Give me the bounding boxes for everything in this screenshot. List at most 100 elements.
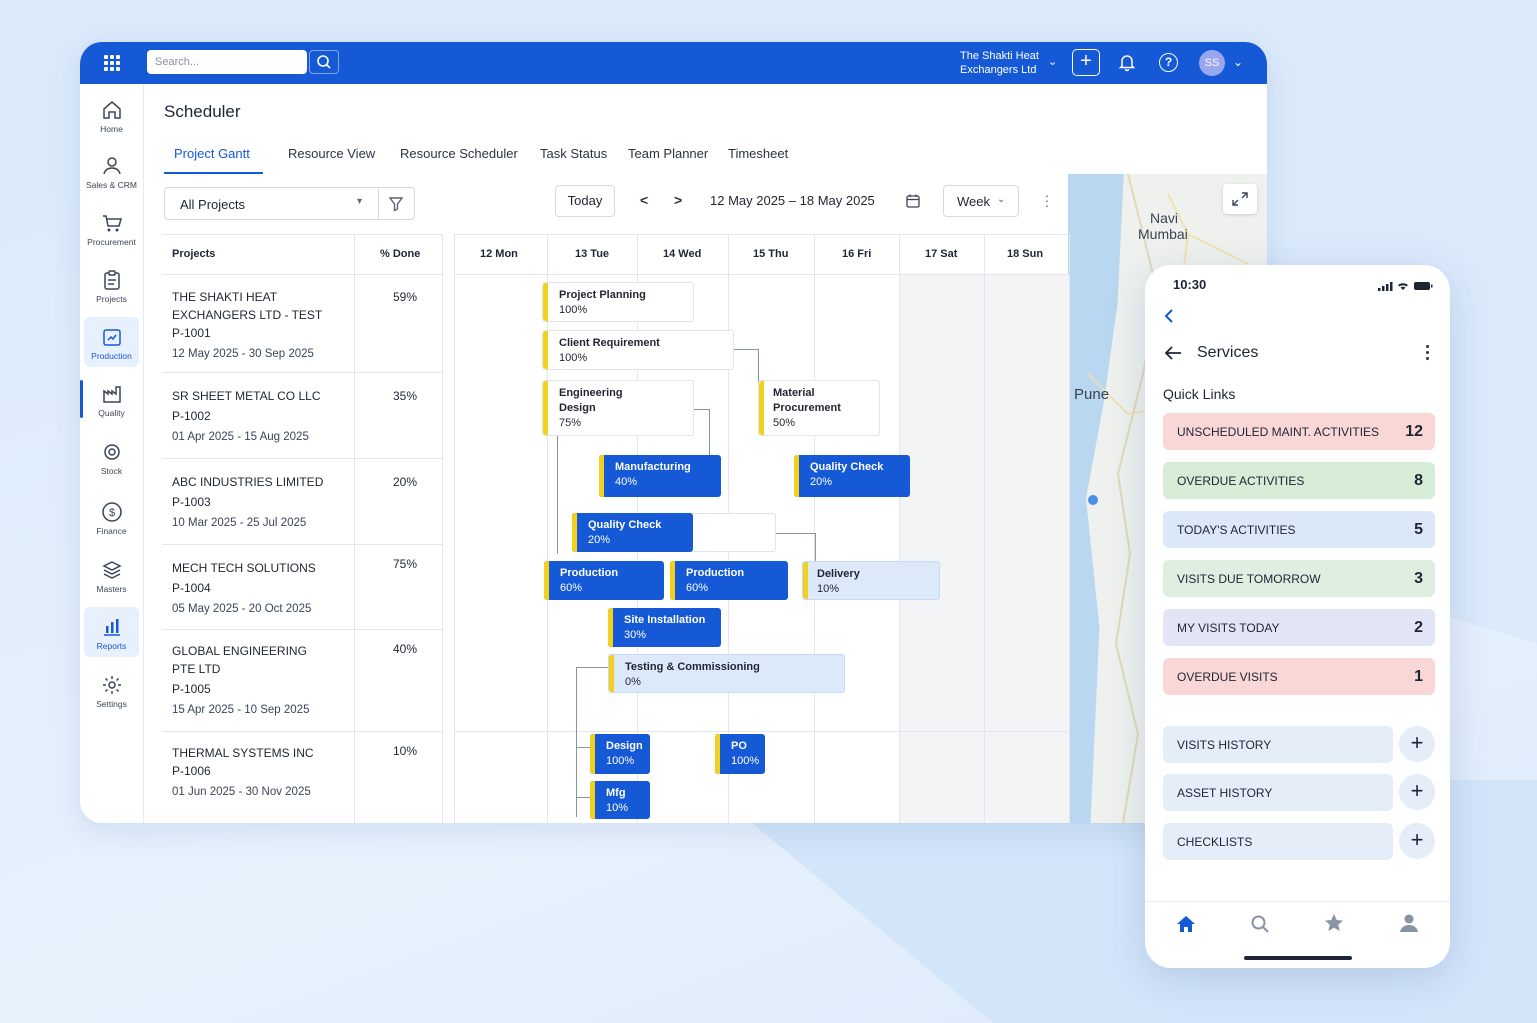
sidebar-item-finance[interactable]: $ Finance (84, 492, 139, 542)
task-percent: 100% (606, 755, 635, 767)
quick-link-count: 1 (1414, 668, 1423, 685)
table-row[interactable]: SR SHEET METAL CO LLC P-1002 01 Apr 2025… (172, 387, 352, 446)
task-name: Mfg (606, 787, 626, 799)
prev-week-button[interactable]: < (640, 192, 648, 208)
column-header-done: % Done (380, 248, 421, 260)
project-filter-select[interactable]: All Projects (164, 187, 379, 220)
gantt-task[interactable]: Quality Check 20% (794, 455, 910, 497)
quick-link-count: 8 (1414, 472, 1423, 489)
add-checklist-button[interactable]: + (1399, 823, 1435, 859)
chevron-down-icon[interactable]: ⌄ (1048, 55, 1057, 68)
back-chevron-icon[interactable] (1163, 308, 1175, 329)
table-row[interactable]: GLOBAL ENGINEERING PTE LTD P-1005 15 Apr… (172, 642, 352, 719)
gantt-task[interactable]: Engineering Design 75% (542, 380, 694, 436)
avatar[interactable]: SS (1199, 50, 1225, 76)
sidebar-item-settings[interactable]: Settings (84, 665, 139, 715)
task-percent: 100% (731, 755, 760, 767)
add-visit-button[interactable]: + (1399, 726, 1435, 762)
asset-history-button[interactable]: ASSET HISTORY (1163, 774, 1393, 811)
home-icon[interactable] (1175, 913, 1197, 935)
star-icon[interactable] (1323, 912, 1345, 934)
sidebar-item-label: Reports (96, 641, 127, 651)
chevron-down-icon[interactable]: ⌄ (1233, 55, 1243, 69)
search-input[interactable]: Search... (147, 50, 307, 74)
expand-map-button[interactable] (1223, 184, 1257, 214)
profile-icon[interactable] (1398, 912, 1420, 934)
quick-link-overdue-activities[interactable]: OVERDUE ACTIVITIES 8 (1163, 462, 1435, 499)
quick-link-visits-due-tomorrow[interactable]: VISITS DUE TOMORROW 3 (1163, 560, 1435, 597)
tab-timesheet[interactable]: Timesheet (728, 142, 788, 165)
sidebar-item-projects[interactable]: Projects (84, 260, 139, 310)
add-button[interactable]: + (1072, 49, 1100, 76)
table-row[interactable]: THERMAL SYSTEMS INC P-1006 01 Jun 2025 -… (172, 744, 352, 801)
quick-link-my-visits-today[interactable]: MY VISITS TODAY 2 (1163, 609, 1435, 646)
sidebar-item-label: Procurement (87, 237, 136, 247)
gantt-task[interactable]: Production 60% (544, 561, 664, 600)
gantt-task[interactable]: Manufacturing 40% (599, 455, 721, 497)
gantt-task[interactable]: Mfg 10% (590, 781, 650, 819)
sidebar-item-production[interactable]: Production (84, 317, 139, 367)
project-code: P-1006 (172, 764, 211, 778)
sidebar-item-reports[interactable]: Reports (84, 607, 139, 657)
sidebar-item-stock[interactable]: Stock (84, 432, 139, 482)
sidebar: Home Sales & CRM Procurement Projects Pr… (80, 84, 144, 823)
task-percent: 50% (773, 417, 796, 429)
table-row[interactable]: ABC INDUSTRIES LIMITED P-1003 10 Mar 202… (172, 473, 352, 532)
tab-resource-view[interactable]: Resource View (288, 142, 375, 165)
project-dates: 10 Mar 2025 - 25 Jul 2025 (172, 517, 307, 529)
map-label-pune: Pune (1074, 386, 1110, 403)
more-options-icon[interactable]: · · · (1044, 188, 1050, 212)
help-icon[interactable]: ? (1159, 53, 1178, 72)
sidebar-item-quality[interactable]: Quality (80, 374, 139, 424)
quick-link-todays-activities[interactable]: TODAY'S ACTIVITIES 5 (1163, 511, 1435, 548)
quick-link-label: OVERDUE VISITS (1177, 670, 1278, 684)
sidebar-item-sales-crm[interactable]: Sales & CRM (84, 146, 139, 196)
gantt-task[interactable]: Project Planning 100% (542, 282, 694, 322)
quick-link-overdue-visits[interactable]: OVERDUE VISITS 1 (1163, 658, 1435, 695)
tab-team-planner[interactable]: Team Planner (628, 142, 708, 165)
sidebar-item-label: Settings (96, 699, 127, 709)
quick-link-label: MY VISITS TODAY (1177, 621, 1280, 635)
quick-link-label: OVERDUE ACTIVITIES (1177, 474, 1305, 488)
gantt-task[interactable]: Delivery 10% (802, 561, 940, 600)
gantt-task[interactable]: Client Requirement 100% (542, 330, 734, 370)
task-name: Delivery (817, 568, 860, 580)
next-week-button[interactable]: > (674, 192, 682, 208)
apps-grid-icon[interactable] (104, 55, 120, 71)
tab-project-gantt[interactable]: Project Gantt (174, 142, 250, 165)
filter-button[interactable] (379, 187, 415, 220)
more-options-icon[interactable] (1426, 345, 1430, 363)
expand-icon (1232, 192, 1248, 206)
gantt-task[interactable]: Site Installation 30% (608, 608, 721, 647)
bell-icon[interactable] (1117, 52, 1137, 77)
gantt-task[interactable]: Design 100% (590, 734, 650, 774)
column-header-projects: Projects (172, 248, 216, 260)
company-selector[interactable]: The Shakti Heat Exchangers Ltd (960, 49, 1050, 77)
gantt-task[interactable]: Testing & Commissioning 0% (608, 654, 845, 693)
project-dates: 01 Apr 2025 - 15 Aug 2025 (172, 431, 309, 443)
search-button[interactable] (309, 50, 339, 74)
table-row[interactable]: MECH TECH SOLUTIONS P-1004 05 May 2025 -… (172, 559, 352, 618)
add-asset-button[interactable]: + (1399, 774, 1435, 810)
tab-task-status[interactable]: Task Status (540, 142, 607, 165)
search-icon[interactable] (1249, 913, 1271, 935)
tab-resource-scheduler[interactable]: Resource Scheduler (400, 142, 518, 165)
gantt-task[interactable]: Quality Check 20% (572, 513, 693, 552)
gantt-task[interactable]: PO 100% (715, 734, 765, 774)
visits-history-button[interactable]: VISITS HISTORY (1163, 726, 1393, 763)
quick-link-unscheduled[interactable]: UNSCHEDULED MAINT. ACTIVITIES 12 (1163, 413, 1435, 450)
calendar-icon[interactable] (905, 193, 921, 214)
sidebar-item-home[interactable]: Home (84, 90, 139, 140)
today-button[interactable]: Today (555, 185, 615, 217)
sidebar-item-masters[interactable]: Masters (84, 550, 139, 600)
gantt-task[interactable]: Production 60% (670, 561, 788, 600)
view-select[interactable]: Week ⌄ (943, 185, 1019, 217)
sidebar-item-procurement[interactable]: Procurement (84, 203, 139, 253)
day-header: 17 Sat (925, 248, 958, 260)
mobile-app: 10:30 Services Quick Links UNSCHEDULED M… (1145, 265, 1450, 968)
checklists-button[interactable]: CHECKLISTS (1163, 823, 1393, 860)
table-row[interactable]: THE SHAKTI HEAT EXCHANGERS LTD - TEST P-… (172, 288, 352, 363)
gantt-task[interactable]: Material Procurement 50% (758, 380, 880, 436)
back-arrow-icon[interactable] (1163, 345, 1183, 366)
task-name: Design (606, 740, 643, 752)
